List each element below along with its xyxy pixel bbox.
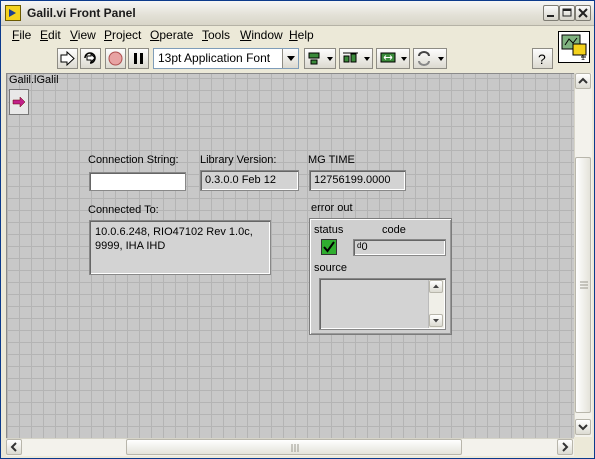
close-icon (578, 8, 588, 18)
source-indicator (319, 278, 446, 330)
library-version-indicator: 0.3.0.0 Feb 12 (200, 170, 299, 191)
close-button[interactable] (575, 5, 591, 21)
distribute-objects-icon (343, 52, 370, 63)
minimize-button[interactable] (543, 5, 559, 21)
pause-icon (134, 53, 143, 64)
class-label: Galil.lGalil (9, 74, 59, 86)
arrow-down-icon (433, 319, 439, 323)
scroll-down-button[interactable] (575, 419, 591, 435)
menu-bar: File Edit View Project Operate Tools Win… (1, 26, 594, 45)
align-objects-icon (308, 52, 333, 65)
checkmark-icon (323, 241, 335, 253)
vi-icon[interactable]: 1 (558, 31, 590, 63)
source-scroll-up-button[interactable] (429, 280, 443, 293)
context-help-button[interactable]: ? (532, 48, 553, 69)
chevron-down-icon[interactable] (282, 49, 298, 68)
font-select-value: 13pt Application Font (158, 51, 271, 65)
refnum-arrow-icon (12, 96, 26, 108)
menu-operate[interactable]: Operate (150, 28, 193, 42)
scroll-left-button[interactable] (6, 439, 22, 455)
arrow-up-icon (433, 284, 439, 288)
title-bar[interactable]: Galil.vi Front Panel (1, 1, 594, 26)
menu-view[interactable]: View (70, 28, 96, 42)
menu-window[interactable]: Window (240, 28, 283, 42)
run-arrow-icon (60, 50, 75, 67)
connection-string-input[interactable] (89, 172, 186, 191)
align-objects-button[interactable] (304, 48, 336, 69)
window-title: Galil.vi Front Panel (27, 6, 136, 20)
grip-icon (580, 281, 588, 289)
arrow-down-icon (578, 424, 588, 431)
menu-file[interactable]: File (12, 28, 31, 42)
vertical-scroll-thumb[interactable] (575, 157, 591, 413)
galil-vi-icon: 1 (561, 34, 587, 62)
maximize-button[interactable] (559, 5, 575, 21)
pause-button[interactable] (128, 48, 149, 69)
connection-string-label: Connection String: (88, 154, 179, 166)
reorder-icon (418, 51, 444, 66)
menu-help[interactable]: Help (289, 28, 314, 42)
menu-tools[interactable]: Tools (202, 28, 230, 42)
minimize-icon (547, 15, 554, 17)
error-out-cluster: status code d0 source (309, 218, 452, 335)
status-label: status (314, 224, 344, 236)
svg-text:?: ? (538, 51, 546, 67)
labview-window: Galil.vi Front Panel File Edit View Proj… (0, 0, 595, 459)
run-continuously-icon (84, 52, 96, 64)
connected-to-indicator: 10.0.6.248, RIO47102 Rev 1.0c, 9999, IHA… (89, 220, 271, 275)
run-continuously-button[interactable] (80, 48, 101, 69)
labview-app-icon (5, 5, 21, 21)
distribute-objects-button[interactable] (339, 48, 373, 69)
scroll-up-button[interactable] (575, 73, 591, 89)
library-version-label: Library Version: (200, 154, 277, 166)
code-indicator: d0 (353, 239, 446, 256)
front-panel: Galil.lGalil Connection String: Library … (6, 73, 574, 438)
code-label: code (382, 224, 406, 236)
arrow-left-icon (10, 442, 17, 452)
arrow-up-icon (578, 77, 588, 84)
arrow-right-icon (562, 442, 569, 452)
scroll-right-button[interactable] (557, 439, 573, 455)
font-select[interactable]: 13pt Application Font (153, 48, 299, 69)
mg-time-label: MG TIME (308, 154, 355, 166)
run-button[interactable] (57, 48, 78, 69)
grip-icon (291, 444, 299, 452)
error-out-label: error out (311, 202, 353, 214)
stop-icon (108, 51, 123, 66)
resize-objects-icon (380, 52, 407, 63)
help-icon: ? (538, 51, 546, 67)
maximize-icon (562, 8, 572, 17)
source-scrollbar[interactable] (428, 280, 444, 328)
source-label: source (314, 262, 348, 274)
code-value: 0 (361, 241, 368, 253)
mg-time-indicator: 12756199.0000 (309, 170, 406, 191)
class-refnum-control[interactable] (9, 89, 29, 115)
status-checkbox[interactable] (321, 239, 337, 255)
menu-project[interactable]: Project (104, 28, 141, 42)
source-scroll-down-button[interactable] (429, 314, 443, 327)
horizontal-scroll-thumb[interactable] (126, 439, 462, 455)
reorder-button[interactable] (413, 48, 447, 69)
resize-objects-button[interactable] (376, 48, 410, 69)
horizontal-scrollbar[interactable] (6, 438, 574, 456)
vertical-scrollbar[interactable] (574, 73, 592, 437)
menu-edit[interactable]: Edit (40, 28, 61, 42)
svg-text:1: 1 (581, 55, 585, 62)
scrollbar-corner (574, 438, 591, 455)
abort-button[interactable] (105, 48, 126, 69)
connected-to-label: Connected To: (88, 204, 159, 216)
